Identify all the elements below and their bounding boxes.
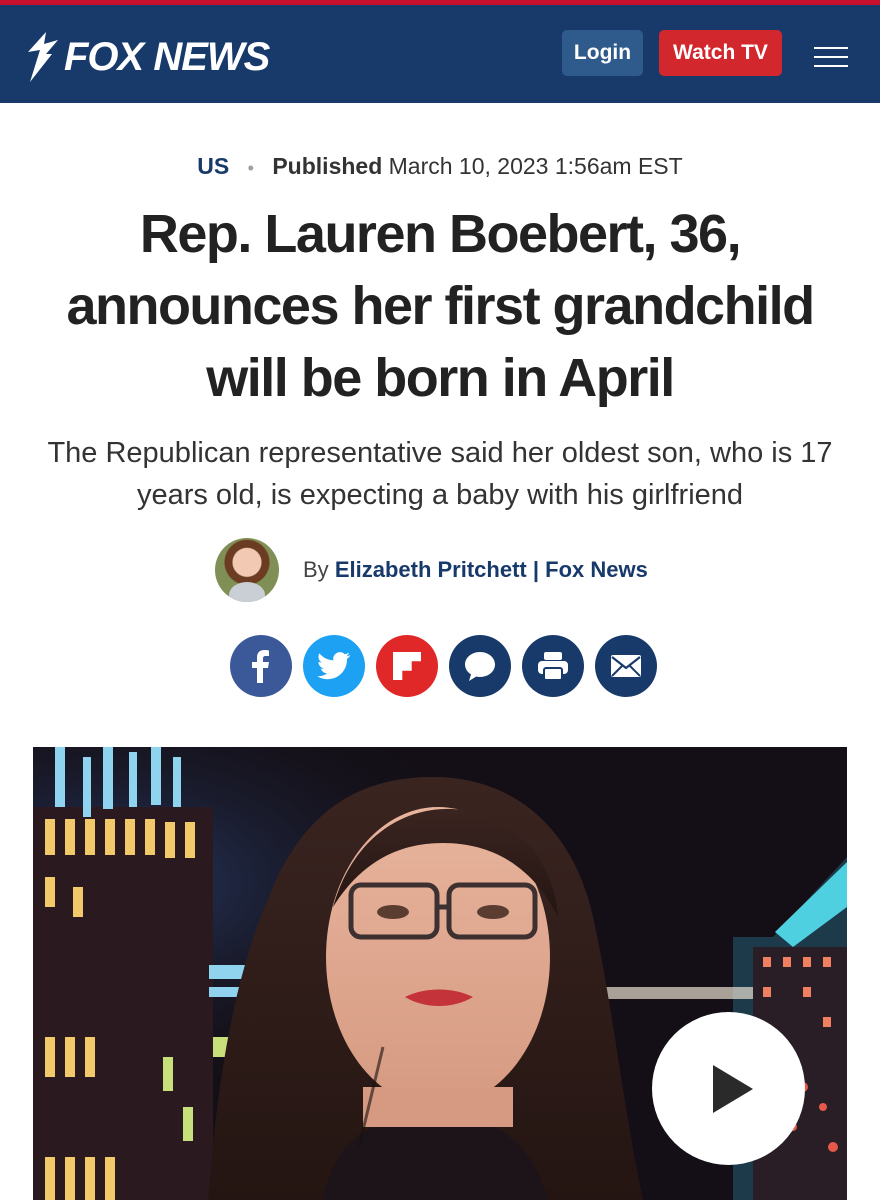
article-subhead: The Republican representative said her o… xyxy=(47,437,833,511)
byline-separator: | xyxy=(532,557,540,582)
published-label: Published xyxy=(272,153,383,179)
play-icon xyxy=(712,1064,753,1113)
site-header: FOX NEWS Login Watch TV xyxy=(0,5,880,103)
fox-news-logo-mark xyxy=(28,32,58,82)
outlet-link[interactable]: Fox News xyxy=(545,557,648,582)
byline: By Elizabeth Pritchett | Fox News xyxy=(215,537,648,603)
logo-wordmark: FOX NEWS xyxy=(64,34,270,79)
fox-news-logo[interactable]: FOX NEWS xyxy=(26,29,270,85)
author-avatar xyxy=(215,538,279,602)
hamburger-menu-icon[interactable] xyxy=(814,47,848,67)
byline-prefix: By xyxy=(303,557,329,582)
facebook-icon[interactable] xyxy=(230,635,292,697)
byline-text: By Elizabeth Pritchett | Fox News xyxy=(303,557,648,583)
meta-separator: • xyxy=(247,158,254,178)
share-bar xyxy=(230,635,657,697)
category-link[interactable]: US xyxy=(197,153,229,179)
print-icon[interactable] xyxy=(522,635,584,697)
flipboard-icon[interactable] xyxy=(376,635,438,697)
author-link[interactable]: Elizabeth Pritchett xyxy=(335,557,527,582)
article-meta: US • Published March 10, 2023 1:56am EST xyxy=(0,153,880,180)
comments-icon[interactable] xyxy=(449,635,511,697)
login-button[interactable]: Login xyxy=(562,30,643,76)
email-icon[interactable] xyxy=(595,635,657,697)
published-date: March 10, 2023 1:56am EST xyxy=(388,153,683,179)
play-button[interactable] xyxy=(652,1012,805,1165)
twitter-icon[interactable] xyxy=(303,635,365,697)
watch-tv-button[interactable]: Watch TV xyxy=(659,30,782,76)
article-headline: Rep. Lauren Boebert, 36, announces her f… xyxy=(66,204,815,408)
